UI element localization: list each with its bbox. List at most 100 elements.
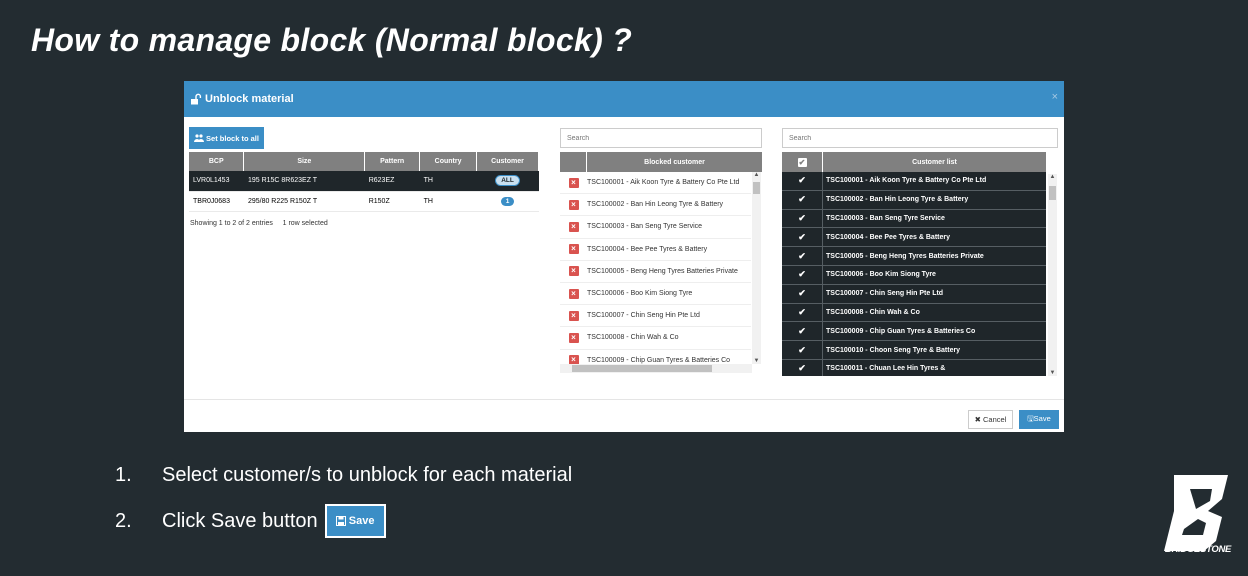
users-icon <box>194 134 205 142</box>
customer-search-input[interactable] <box>782 128 1058 148</box>
close-icon[interactable]: × <box>1052 91 1058 103</box>
save-button[interactable]: 🖫Save <box>1019 410 1059 429</box>
save-icon <box>335 516 346 526</box>
set-block-to-all-button[interactable]: Set block to all <box>189 127 264 149</box>
remove-icon[interactable]: × <box>568 310 579 321</box>
check-icon[interactable]: ✔ <box>782 265 823 284</box>
check-icon[interactable]: ✔ <box>782 228 823 247</box>
list-item[interactable]: ✔ TSC100009 - Chip Guan Tyres & Batteries… <box>782 322 1046 342</box>
list-item[interactable]: ✔ TSC100008 - Chin Wah & Co <box>782 303 1046 323</box>
step-number: 1. <box>115 463 132 486</box>
list-item[interactable]: × TSC100003 - Ban Seng Tyre Service <box>560 216 751 239</box>
list-item[interactable]: × TSC100006 - Boo Kim Siong Tyre <box>560 283 751 306</box>
col-bcp[interactable]: BCP <box>189 152 245 171</box>
list-item[interactable]: ✔ TSC100010 - Choon Seng Tyre & Battery <box>782 341 1046 360</box>
blocked-customer-name: TSC100003 - Ban Seng Tyre Service <box>587 223 703 231</box>
list-item[interactable]: ✔ TSC100003 - Ban Seng Tyre Service <box>782 209 1046 229</box>
remove-icon[interactable]: × <box>568 266 579 277</box>
unlock-icon <box>191 93 202 105</box>
blocked-vertical-scrollbar[interactable]: ▲ ▼ <box>752 172 761 364</box>
col-customer[interactable]: Customer <box>476 152 539 171</box>
list-item[interactable]: ✔ TSC100006 - Boo Kim Siong Tyre <box>782 265 1046 285</box>
slide-title: How to manage block (Normal block) ? <box>31 22 633 58</box>
col-pattern[interactable]: Pattern <box>364 152 421 171</box>
cell-country: TH <box>419 191 477 212</box>
customer-name: TSC100011 - Chuan Lee Hin Tyres & <box>826 365 946 373</box>
instruction-steps: 1. Select customer/s to unblock for each… <box>115 462 572 554</box>
scroll-down-icon[interactable]: ▼ <box>1048 370 1057 376</box>
list-item[interactable]: × TSC100007 - Chin Seng Hin Pte Ltd <box>560 305 751 328</box>
blocked-customer-name: TSC100007 - Chin Seng Hin Pte Ltd <box>587 312 700 320</box>
cancel-label: Cancel <box>983 415 1007 424</box>
customer-vertical-scrollbar[interactable]: ▲ ▼ <box>1048 174 1057 376</box>
list-item[interactable]: ✔ TSC100001 - Aik Koon Tyre & Battery Co … <box>782 172 1046 191</box>
check-icon[interactable]: ✔ <box>782 359 823 376</box>
col-size[interactable]: Size <box>243 152 366 171</box>
check-icon[interactable]: ✔ <box>782 209 823 228</box>
remove-icon[interactable]: × <box>568 332 579 343</box>
blocked-customer-name: TSC100002 - Ban Hin Leong Tyre & Battery <box>587 201 724 209</box>
cell-pattern: R623EZ <box>364 171 420 192</box>
step-item: 2. Click Save button Save <box>115 504 572 538</box>
table-row[interactable]: LVR0L1453 195 R15C 8R623EZ T R623EZ TH A… <box>189 171 539 192</box>
customer-count-badge[interactable]: 1 <box>500 196 515 206</box>
remove-icon[interactable]: × <box>568 244 579 255</box>
select-all-checkbox[interactable]: ✔ <box>782 152 823 172</box>
list-item[interactable]: × TSC100001 - Aik Koon Tyre & Battery Co … <box>560 172 751 195</box>
brand-name: BRIDGESTONE <box>1164 544 1232 555</box>
customer-name: TSC100003 - Ban Seng Tyre Service <box>826 214 945 222</box>
remove-icon[interactable]: × <box>568 221 579 232</box>
list-item[interactable]: × TSC100008 - Chin Wah & Co <box>560 327 751 350</box>
close-icon: ✖ <box>974 415 981 424</box>
scroll-down-icon[interactable]: ▼ <box>752 358 761 364</box>
customer-count-badge[interactable]: ALL <box>495 175 520 187</box>
remove-icon[interactable]: × <box>568 177 579 188</box>
modal-footer: ✖ Cancel 🖫Save <box>184 399 1064 432</box>
check-icon[interactable]: ✔ <box>782 247 823 265</box>
customer-name: TSC100001 - Aik Koon Tyre & Battery Co P… <box>826 177 987 185</box>
step-number: 2. <box>115 509 132 532</box>
check-icon[interactable]: ✔ <box>782 341 823 359</box>
blocked-list-header: Blocked customer <box>560 152 762 172</box>
list-item[interactable]: × TSC100005 - Beng Heng Tyres Batteries P… <box>560 261 751 283</box>
customer-name: TSC100009 - Chip Guan Tyres & Batteries … <box>826 327 976 335</box>
table-row[interactable]: TBR0J0683 295/80 R225 R150Z T R150Z TH 1 <box>189 191 539 212</box>
list-item[interactable]: ✔ TSC100005 - Beng Heng Tyres Batteries P… <box>782 247 1046 266</box>
blocked-horizontal-scrollbar[interactable] <box>560 364 752 373</box>
scroll-up-icon[interactable]: ▲ <box>752 172 761 178</box>
cancel-button[interactable]: ✖ Cancel <box>968 410 1013 429</box>
cell-pattern: R150Z <box>364 191 420 212</box>
list-item[interactable]: × TSC100002 - Ban Hin Leong Tyre & Batter… <box>560 194 751 217</box>
list-item[interactable]: ✔ TSC100002 - Ban Hin Leong Tyre & Batter… <box>782 190 1046 210</box>
customer-name: TSC100004 - Bee Pee Tyres & Battery <box>826 233 950 241</box>
customer-name: TSC100010 - Choon Seng Tyre & Battery <box>826 346 961 354</box>
remove-icon[interactable]: × <box>568 199 579 210</box>
check-icon[interactable]: ✔ <box>782 172 823 190</box>
cell-customer: ALL <box>476 171 539 192</box>
remove-icon[interactable]: × <box>568 288 579 299</box>
list-item[interactable]: × TSC100004 - Bee Pee Tyres & Battery <box>560 239 751 261</box>
cell-country: TH <box>419 171 477 192</box>
scroll-up-icon[interactable]: ▲ <box>1048 174 1057 180</box>
save-button-illustration: Save <box>324 504 386 538</box>
list-item[interactable]: ✔ TSC100007 - Chin Seng Hin Pte Ltd <box>782 284 1046 304</box>
col-country[interactable]: Country <box>419 152 478 171</box>
list-item[interactable]: ✔ TSC100004 - Bee Pee Tyres & Battery <box>782 228 1046 248</box>
customer-name: TSC100008 - Chin Wah & Co <box>826 308 920 316</box>
list-item[interactable]: ✔ TSC100011 - Chuan Lee Hin Tyres & <box>782 359 1046 376</box>
customer-list-header: ✔ Customer list <box>782 152 1046 172</box>
table-info: Showing 1 to 2 of 2 entries 1 row select… <box>190 220 328 227</box>
check-icon[interactable]: ✔ <box>782 284 823 303</box>
blocked-customer-name: TSC100008 - Chin Wah & Co <box>587 334 679 342</box>
check-icon[interactable]: ✔ <box>782 303 823 322</box>
check-icon[interactable]: ✔ <box>782 322 823 341</box>
check-icon[interactable]: ✔ <box>782 190 823 209</box>
blocked-customer-name: TSC100004 - Bee Pee Tyres & Battery <box>587 245 708 253</box>
blocked-header-label: Blocked customer <box>644 158 705 166</box>
customer-header-label: Customer list <box>912 158 957 166</box>
blocked-search-input[interactable] <box>560 128 762 148</box>
material-table: BCP Size Pattern Country Customer LVR0L1… <box>189 152 539 212</box>
blocked-customer-name: TSC100006 - Boo Kim Siong Tyre <box>587 290 693 298</box>
customer-name: TSC100007 - Chin Seng Hin Pte Ltd <box>826 290 944 298</box>
material-table-header: BCP Size Pattern Country Customer <box>189 152 539 171</box>
